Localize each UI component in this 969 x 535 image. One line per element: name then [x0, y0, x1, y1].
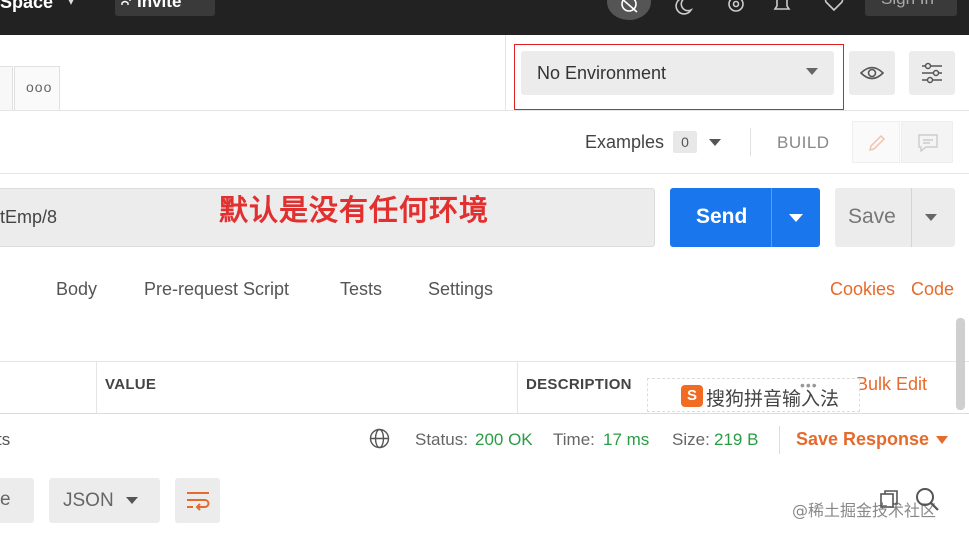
time-value[interactable]: 17 ms	[603, 430, 649, 450]
divider	[771, 188, 772, 247]
column-header-value: VALUE	[105, 376, 157, 393]
notifications-bell-icon[interactable]	[770, 0, 794, 18]
chevron-down-icon	[126, 497, 138, 504]
divider	[750, 128, 751, 156]
bulk-edit-link[interactable]: Bulk Edit	[856, 374, 927, 395]
annotation-text: 默认是没有任何环境	[219, 193, 490, 227]
time-label: Time:	[553, 430, 595, 449]
edit-button[interactable]	[852, 121, 900, 163]
settings-gear-icon[interactable]	[724, 0, 748, 18]
scrollbar[interactable]	[956, 318, 965, 410]
invite-button[interactable]: Invite	[115, 0, 215, 16]
request-url-text: tEmp/8	[0, 207, 58, 227]
ime-more-icon: •••	[800, 377, 818, 393]
environment-select[interactable]: No Environment	[521, 51, 834, 95]
manage-environments-button[interactable]	[909, 51, 955, 95]
status-value[interactable]: 200 OK	[475, 430, 533, 450]
globe-icon[interactable]	[369, 428, 390, 449]
wrap-lines-button[interactable]	[175, 478, 220, 523]
column-header-description: DESCRIPTION	[526, 376, 632, 393]
column-divider	[517, 361, 518, 413]
size-label: Size:	[672, 430, 710, 449]
size-value[interactable]: 219 B	[714, 430, 758, 450]
build-mode-label[interactable]: BUILD	[777, 133, 830, 153]
top-bar: Space ▾ Invite Sign In	[0, 0, 969, 35]
environment-quick-look-button[interactable]	[849, 51, 895, 95]
copy-icon[interactable]	[878, 488, 900, 510]
tab-pre-request-script[interactable]: Pre-request Script	[144, 279, 289, 300]
tab-item[interactable]	[0, 66, 13, 110]
pretty-view-button[interactable]: e	[0, 478, 34, 523]
sliders-icon	[922, 62, 942, 84]
pretty-view-label: e	[0, 489, 11, 510]
column-divider	[96, 361, 97, 413]
chevron-down-icon	[806, 68, 818, 75]
pencil-icon	[868, 134, 886, 152]
comments-button[interactable]	[901, 121, 953, 163]
send-label: Send	[696, 205, 748, 228]
response-tab-fragment[interactable]: ts	[0, 430, 10, 450]
environment-selected-label: No Environment	[537, 63, 667, 83]
examples-label[interactable]: Examples	[585, 132, 664, 153]
divider	[911, 188, 912, 247]
more-icon: ooo	[26, 79, 53, 95]
moon-icon[interactable]	[671, 0, 695, 18]
save-options-chevron-down-icon[interactable]	[925, 214, 937, 221]
cookies-link[interactable]: Cookies	[830, 279, 895, 300]
more-tabs-button[interactable]: ooo	[14, 66, 60, 110]
add-user-icon	[121, 0, 131, 5]
sync-status-button[interactable]	[607, 0, 651, 20]
send-button[interactable]: Send	[670, 188, 820, 247]
response-bar-border	[0, 413, 969, 414]
search-icon[interactable]	[914, 486, 940, 512]
heart-icon[interactable]	[822, 0, 846, 18]
examples-count-badge: 0	[673, 131, 697, 153]
ime-label: 搜狗拼音输入法	[706, 388, 840, 410]
divider	[505, 35, 506, 110]
wrap-icon	[187, 492, 210, 511]
format-label: JSON	[63, 490, 114, 511]
tab-tests[interactable]: Tests	[340, 279, 382, 300]
divider	[779, 426, 780, 454]
satellite-icon	[621, 0, 638, 13]
save-response-button[interactable]: Save Response	[796, 429, 929, 450]
invite-label: Invite	[137, 0, 182, 11]
tab-body[interactable]: Body	[56, 279, 97, 300]
examples-chevron-down-icon[interactable]	[709, 139, 721, 146]
params-table-border	[0, 361, 969, 362]
tab-settings[interactable]: Settings	[428, 279, 493, 300]
eye-icon	[860, 66, 884, 80]
save-response-chevron-down-icon[interactable]	[936, 436, 948, 444]
send-options-chevron-down-icon[interactable]	[789, 214, 803, 222]
code-link[interactable]: Code	[911, 279, 954, 300]
save-label: Save	[848, 205, 896, 228]
status-label: Status:	[415, 430, 468, 449]
sign-in-button[interactable]: Sign In	[865, 0, 957, 16]
workspace-label[interactable]: Space	[0, 0, 53, 13]
format-select[interactable]: JSON	[49, 478, 160, 523]
save-button[interactable]: Save	[835, 188, 955, 247]
comment-icon	[918, 134, 938, 153]
workspace-chevron-down-icon[interactable]: ▾	[68, 0, 74, 8]
sogou-logo-icon: S	[681, 385, 703, 407]
sign-in-label: Sign In	[881, 0, 934, 9]
